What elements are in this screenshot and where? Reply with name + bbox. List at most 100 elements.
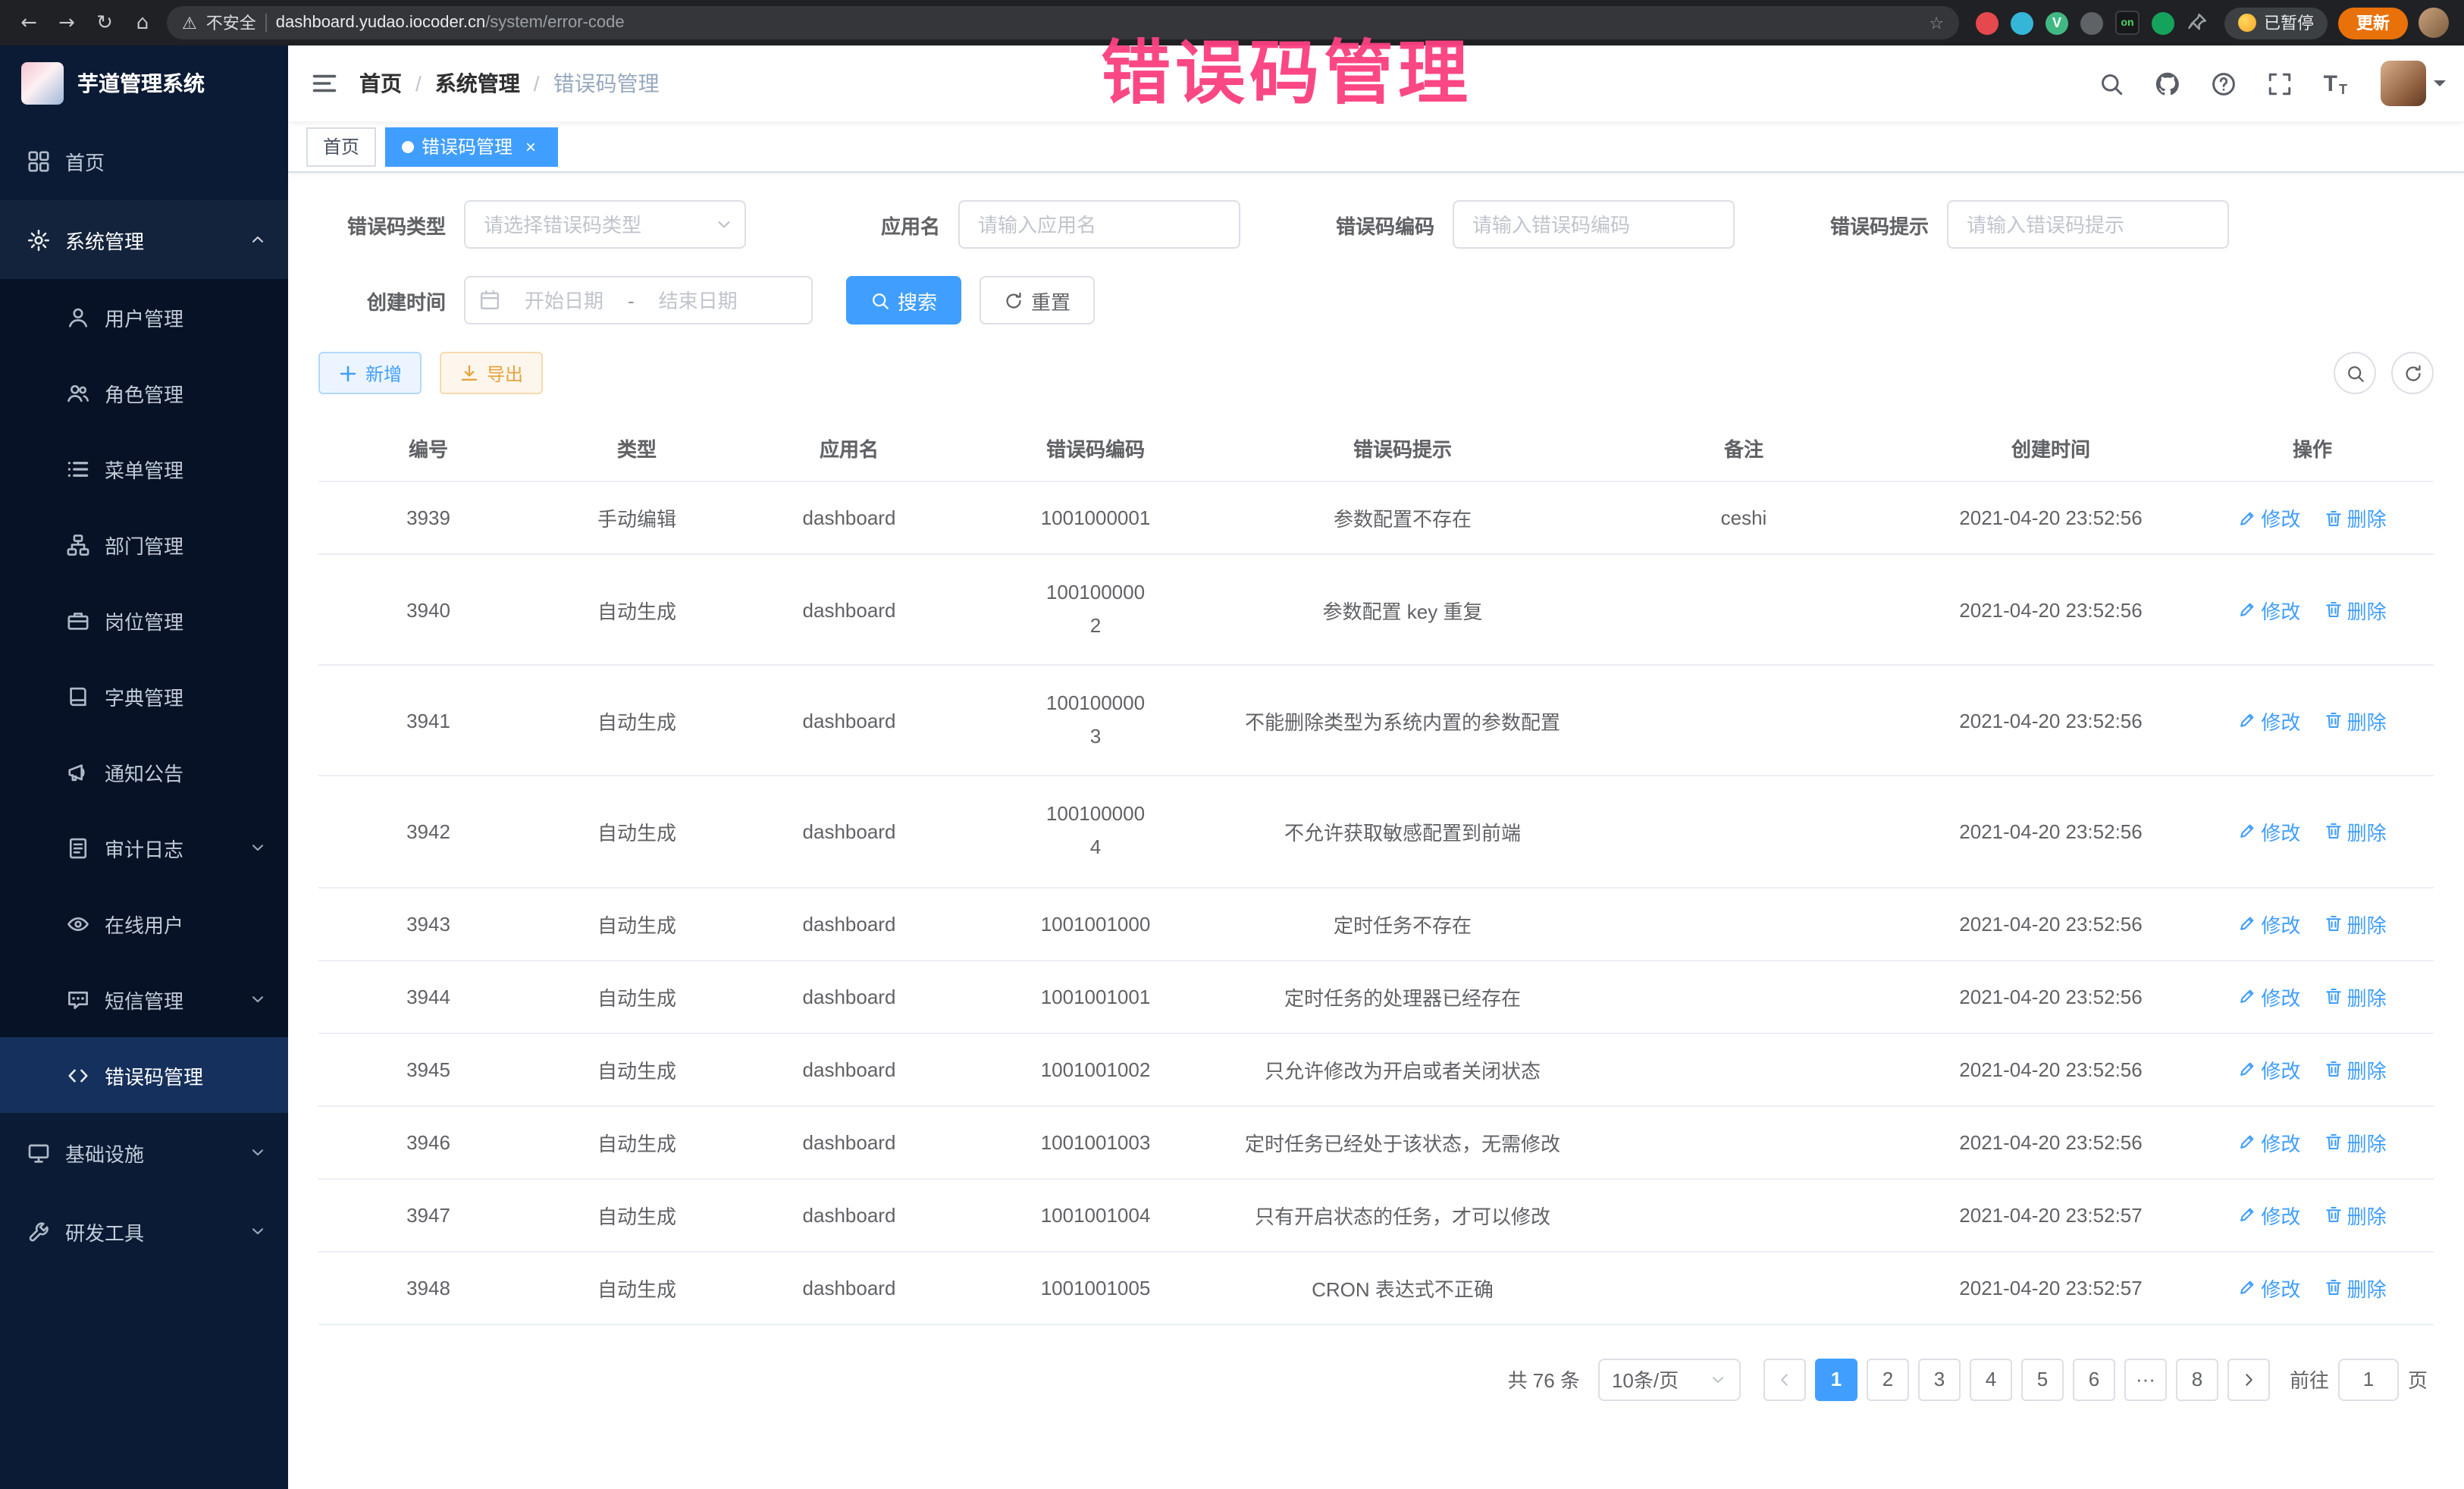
- sidebar-item-menu[interactable]: 菜单管理: [0, 431, 288, 506]
- search-icon[interactable]: [2099, 71, 2125, 96]
- adblock-extension-icon[interactable]: [1976, 11, 1998, 34]
- delete-link[interactable]: 删除: [2324, 1127, 2387, 1156]
- date-range-picker[interactable]: -: [464, 276, 813, 324]
- edit-link[interactable]: 修改: [2238, 503, 2300, 532]
- page-button-4[interactable]: 4: [1970, 1358, 2012, 1400]
- sidebar-item-sms[interactable]: 短信管理: [0, 961, 288, 1037]
- back-icon[interactable]: ←: [15, 11, 42, 34]
- vue-devtools-icon[interactable]: V: [2045, 11, 2068, 34]
- end-date-input[interactable]: [641, 289, 756, 312]
- hamburger-icon[interactable]: [311, 70, 338, 97]
- page-size-select[interactable]: 10条/页: [1598, 1358, 1741, 1400]
- page-button-3[interactable]: 3: [1918, 1358, 1961, 1400]
- sidebar-item-devtools[interactable]: 研发工具: [0, 1192, 288, 1271]
- cell-app: dashboard: [803, 912, 896, 935]
- tag-error-code[interactable]: 错误码管理 ×: [385, 127, 558, 166]
- chevron-down-icon: [249, 990, 267, 1008]
- sidebar-item-dict[interactable]: 字典管理: [0, 658, 288, 734]
- puzzle-extension-icon[interactable]: [2080, 11, 2103, 34]
- sidebar-item-home[interactable]: 首页: [0, 121, 288, 200]
- extension-icon-green[interactable]: [2152, 11, 2174, 34]
- sidebar-item-notice[interactable]: 通知公告: [0, 734, 288, 810]
- delete-link[interactable]: 删除: [2324, 909, 2387, 938]
- edit-link[interactable]: 修改: [2238, 1273, 2300, 1302]
- error-type-select[interactable]: [464, 200, 746, 249]
- switch-extension-icon[interactable]: on: [2115, 11, 2140, 35]
- edit-link[interactable]: 修改: [2238, 1200, 2300, 1229]
- start-date-input[interactable]: [506, 289, 622, 312]
- error-code-label: 错误码编码: [1307, 210, 1453, 239]
- breadcrumb-home[interactable]: 首页: [359, 68, 402, 99]
- app-name-input[interactable]: [958, 200, 1240, 249]
- delete-link[interactable]: 删除: [2324, 1200, 2387, 1229]
- cell-app: dashboard: [803, 1203, 896, 1226]
- delete-link[interactable]: 删除: [2324, 982, 2387, 1011]
- bookmark-star-icon[interactable]: ☆: [1929, 13, 1944, 33]
- user-avatar[interactable]: [2381, 61, 2426, 106]
- page-button-6[interactable]: 6: [2073, 1358, 2115, 1400]
- page-button-2[interactable]: 2: [1867, 1358, 1909, 1400]
- page-button-current[interactable]: 1: [1815, 1358, 1857, 1400]
- cell-type: 自动生成: [597, 1277, 676, 1300]
- address-bar[interactable]: ⚠ 不安全 dashboard.yudao.iocoder.cn/system/…: [167, 6, 1959, 39]
- sidebar-item-online[interactable]: 在线用户: [0, 886, 288, 961]
- add-button[interactable]: 新增: [318, 352, 422, 394]
- sidebar-item-dept[interactable]: 部门管理: [0, 506, 288, 582]
- sidebar-item-post[interactable]: 岗位管理: [0, 582, 288, 658]
- home-icon[interactable]: ⌂: [129, 11, 156, 34]
- delete-link[interactable]: 删除: [2324, 1055, 2387, 1083]
- delete-link[interactable]: 删除: [2324, 817, 2387, 846]
- search-button[interactable]: 搜索: [846, 276, 961, 324]
- toggle-search-button[interactable]: [2334, 352, 2376, 394]
- caret-down-icon[interactable]: [2434, 80, 2446, 92]
- delete-link[interactable]: 删除: [2324, 503, 2387, 532]
- edit-link[interactable]: 修改: [2238, 817, 2300, 846]
- delete-link[interactable]: 删除: [2324, 1273, 2387, 1302]
- more-pages-button[interactable]: ···: [2124, 1358, 2167, 1400]
- col-remark: 备注: [1577, 415, 1911, 481]
- edit-link[interactable]: 修改: [2238, 909, 2300, 938]
- github-icon[interactable]: [2155, 71, 2181, 96]
- help-icon[interactable]: [2212, 71, 2237, 96]
- breadcrumb-system[interactable]: 系统管理: [435, 68, 520, 99]
- edit-link[interactable]: 修改: [2238, 1127, 2300, 1156]
- browser-avatar[interactable]: [2419, 8, 2449, 38]
- next-page-button[interactable]: [2227, 1358, 2270, 1400]
- export-button[interactable]: 导出: [440, 352, 543, 394]
- sidebar-item-user[interactable]: 用户管理: [0, 279, 288, 355]
- edit-link[interactable]: 修改: [2238, 707, 2300, 735]
- edit-link[interactable]: 修改: [2238, 1055, 2300, 1083]
- page-button-5[interactable]: 5: [2021, 1358, 2064, 1400]
- sidebar-item-role[interactable]: 角色管理: [0, 355, 288, 431]
- cell-code: 1001001002: [972, 1058, 1219, 1080]
- sidebar-item-infra[interactable]: 基础设施: [0, 1113, 288, 1192]
- prev-page-button[interactable]: [1763, 1358, 1806, 1400]
- reload-icon[interactable]: ↻: [91, 11, 118, 34]
- delete-link[interactable]: 删除: [2324, 595, 2387, 624]
- goto-page-input[interactable]: [2338, 1358, 2399, 1400]
- app-logo[interactable]: 芋道管理系统: [0, 45, 288, 121]
- paused-chip[interactable]: 已暂停: [2224, 7, 2328, 39]
- close-icon[interactable]: ×: [520, 136, 541, 157]
- tag-home[interactable]: 首页: [306, 127, 376, 166]
- active-dot: [402, 140, 414, 152]
- extension-icon-teal[interactable]: [2011, 11, 2033, 34]
- fullscreen-icon[interactable]: [2268, 71, 2293, 96]
- cell-time: 2021-04-20 23:52:56: [1959, 710, 2142, 732]
- delete-link[interactable]: 删除: [2324, 707, 2387, 735]
- font-size-icon[interactable]: TT: [2324, 71, 2347, 96]
- sidebar-item-system[interactable]: 系统管理: [0, 200, 288, 279]
- error-msg-input[interactable]: [1947, 200, 2229, 249]
- sidebar-item-errorcode[interactable]: 错误码管理: [0, 1037, 288, 1113]
- pin-icon[interactable]: [2187, 12, 2208, 33]
- update-button[interactable]: 更新: [2338, 7, 2408, 39]
- page-button-8[interactable]: 8: [2176, 1358, 2218, 1400]
- reset-button[interactable]: 重置: [980, 276, 1095, 324]
- sidebar-item-audit[interactable]: 审计日志: [0, 810, 288, 886]
- edit-link[interactable]: 修改: [2238, 595, 2300, 624]
- error-code-input[interactable]: [1453, 200, 1735, 249]
- refresh-table-button[interactable]: [2391, 352, 2434, 394]
- forward-icon[interactable]: →: [53, 11, 80, 34]
- cell-time: 2021-04-20 23:52:56: [1959, 820, 2142, 843]
- edit-link[interactable]: 修改: [2238, 982, 2300, 1011]
